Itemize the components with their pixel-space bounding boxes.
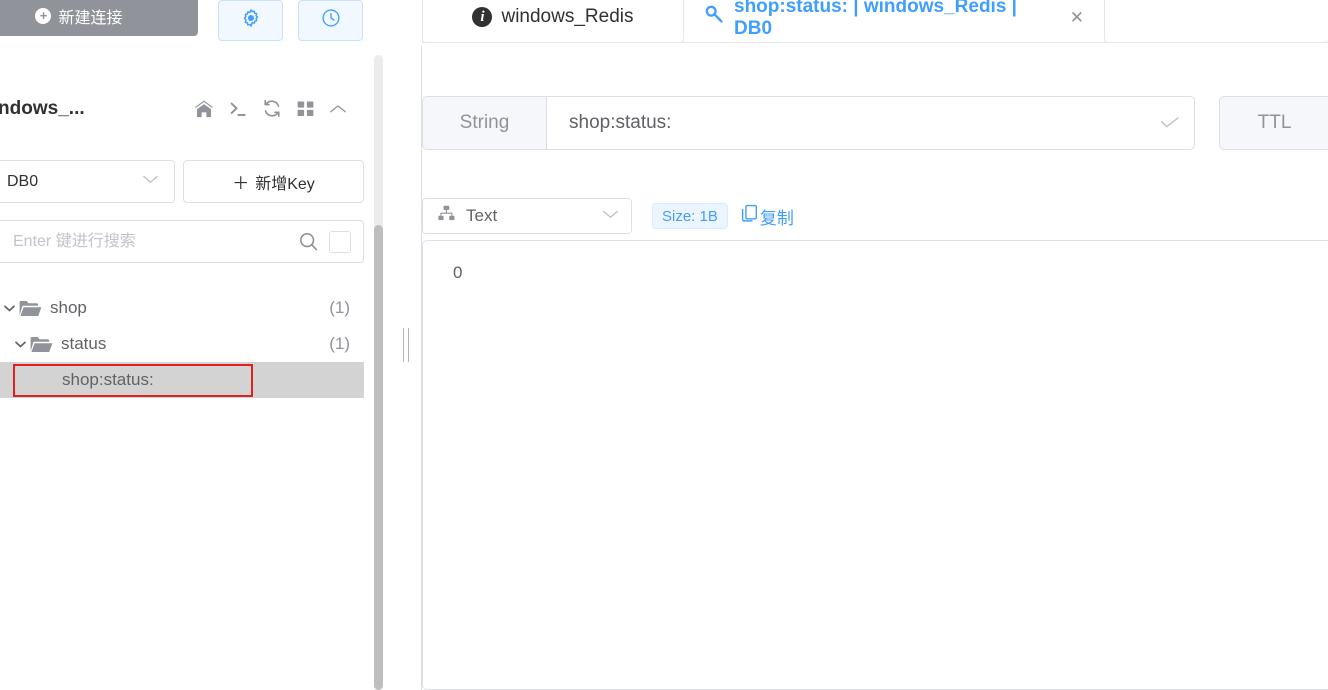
plus-icon: ＋ [232, 174, 250, 193]
key-detail-panel: i windows_Redis shop:status: | windows_R… [422, 0, 1328, 690]
tree-item-label: shop:status: [62, 370, 154, 389]
connection-sidebar: + 新建连接 window [0, 0, 383, 690]
tab-label: windows_Redis [501, 6, 634, 27]
ttl-input-group: TTL [1219, 96, 1328, 150]
value-format-select[interactable]: Text [422, 198, 632, 234]
connection-name: windows_... [0, 98, 85, 119]
folder-open-icon [18, 299, 42, 318]
terminal-icon[interactable] [227, 99, 249, 119]
panel-splitter[interactable] [396, 0, 416, 690]
tree-item-count: (1) [329, 334, 350, 353]
splitter-grip-line [408, 328, 409, 362]
gear-icon [240, 7, 262, 34]
value-textarea[interactable] [423, 241, 1328, 689]
tree-item-key[interactable]: shop:status: [0, 362, 364, 398]
tree-item-folder[interactable]: status (1) [0, 326, 364, 362]
chevron-down-icon [141, 172, 160, 191]
new-connection-button[interactable]: + 新建连接 [0, 0, 198, 36]
sidebar-scrollbar-thumb[interactable] [374, 225, 383, 690]
tab-label: shop:status: | windows_Redis | DB0 [734, 0, 1017, 39]
tree-item-folder[interactable]: shop (1) [0, 290, 364, 326]
folder-open-icon [29, 335, 53, 354]
tree-item-label: shop [50, 298, 87, 317]
tab-bar-underline [422, 42, 1328, 43]
plus-circle-icon: + [35, 8, 52, 24]
search-input[interactable] [11, 231, 297, 252]
redis-client-window: + 新建连接 window [0, 0, 1328, 690]
info-icon: i [472, 7, 493, 27]
clock-icon [320, 7, 342, 34]
key-tree: shop (1) status (1) shop:status: [0, 290, 364, 398]
database-select[interactable]: DB0 [0, 160, 175, 203]
connection-toolbar [193, 98, 348, 119]
history-button[interactable] [298, 0, 363, 41]
tree-item-count: (1) [329, 298, 350, 317]
tab-overflow-area[interactable] [1104, 0, 1328, 43]
database-select-value: DB0 [7, 172, 39, 190]
value-toolbar: Text Size: 1B 复制 [422, 198, 1328, 234]
key-name-input[interactable] [547, 97, 1194, 149]
settings-button[interactable] [218, 0, 283, 41]
key-search-box [0, 220, 364, 263]
chevron-down-icon[interactable] [0, 304, 18, 313]
tab-key-detail[interactable]: shop:status: | windows_Redis | DB0 ✕ [684, 0, 1104, 43]
add-key-button[interactable]: ＋ 新增Key [183, 160, 364, 203]
add-key-label: 新增Key [255, 175, 315, 193]
new-connection-label: 新建连接 [58, 10, 123, 27]
refresh-icon[interactable] [261, 98, 283, 119]
search-regex-checkbox[interactable] [329, 230, 351, 253]
database-row: DB0 ＋ 新增Key [0, 160, 372, 204]
ttl-label: TTL [1220, 97, 1328, 149]
value-size-badge: Size: 1B [652, 203, 728, 229]
value-format-value: Text [466, 206, 498, 225]
key-type-label: String [423, 97, 547, 149]
hierarchy-icon [437, 204, 456, 228]
chevron-down-icon [601, 207, 620, 226]
tab-connection-info[interactable]: i windows_Redis [422, 0, 684, 43]
save-key-button[interactable] [1144, 96, 1195, 150]
close-icon[interactable]: ✕ [1070, 8, 1084, 28]
chevron-down-icon[interactable] [11, 340, 29, 349]
splitter-grip-line [403, 328, 404, 362]
search-icon[interactable] [297, 230, 320, 253]
sidebar-top-actions: + 新建连接 [0, 0, 372, 41]
grid-icon[interactable] [295, 98, 316, 119]
copy-label: 复制 [759, 208, 794, 228]
key-name-row: String TTL [422, 96, 1328, 150]
chevron-up-icon[interactable] [328, 101, 348, 117]
tree-item-label: status [61, 334, 107, 353]
key-name-input-group: String [422, 96, 1195, 150]
tab-bar: i windows_Redis shop:status: | windows_R… [422, 0, 1328, 43]
key-icon [704, 4, 725, 31]
home-icon[interactable] [193, 99, 215, 119]
value-editor-container [422, 240, 1328, 690]
copy-icon [741, 204, 758, 228]
copy-value-button[interactable]: 复制 [741, 204, 794, 229]
